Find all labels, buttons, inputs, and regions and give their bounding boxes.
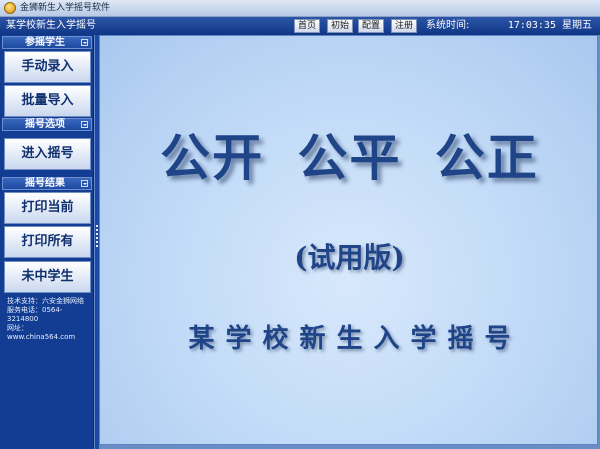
window-titlebar[interactable]: 金狮新生入学摇号软件	[0, 0, 600, 17]
bottom-border	[99, 445, 600, 449]
manual-entry-button[interactable]: 手动录入	[4, 51, 91, 83]
app-title: 某学校新生入学摇号	[6, 20, 96, 31]
section-header-results[interactable]: 摇号结果	[2, 177, 92, 190]
support-tech: 技术支持：六安金狮网络	[7, 297, 84, 305]
batch-import-button[interactable]: 批量导入	[4, 85, 91, 117]
support-phone: 服务电话：0564-3214800	[7, 306, 63, 323]
collapse-icon[interactable]	[81, 39, 88, 46]
enter-lottery-button[interactable]: 进入摇号	[4, 138, 91, 170]
clock: 17:03:35 星期五	[507, 20, 592, 31]
section-header-students[interactable]: 参摇学生	[2, 36, 92, 49]
splitter-grip-icon[interactable]	[96, 225, 98, 249]
window-title: 金狮新生入学摇号软件	[20, 3, 111, 13]
section-header-options[interactable]: 摇号选项	[2, 118, 92, 131]
print-all-button[interactable]: 打印所有	[4, 226, 91, 258]
main-subtitle: 某学校新生入学摇号	[188, 324, 522, 354]
nav-config-button[interactable]: 配置	[358, 19, 385, 33]
nav-register-button[interactable]: 注册	[391, 19, 418, 33]
main-panel: 公开 公平 公正 (试用版) 某学校新生入学摇号	[99, 35, 598, 445]
sidebar: 参摇学生 手动录入 批量导入 摇号选项 进入摇号 摇号结果 打印当前 打印所有 …	[0, 35, 94, 449]
nav-init-button[interactable]: 初始	[327, 19, 354, 33]
section-title: 摇号结果	[25, 178, 65, 189]
edition-label: (试用版)	[294, 241, 405, 274]
nav-home-button[interactable]: 首页	[294, 19, 321, 33]
not-selected-students-button[interactable]: 未中学生	[4, 261, 91, 293]
app-header: 某学校新生入学摇号 首页 初始 配置 注册 系统时间: 17:03:35 星期五	[0, 17, 600, 35]
support-info: 技术支持：六安金狮网络 服务电话：0564-3214800 网址：www.chi…	[7, 297, 93, 342]
collapse-icon[interactable]	[81, 121, 88, 128]
slogan: 公开 公平 公正	[160, 128, 539, 187]
app-logo-icon	[4, 2, 16, 14]
section-title: 参摇学生	[25, 37, 65, 48]
section-title: 摇号选项	[25, 119, 65, 130]
support-site: 网址：www.china564.com	[7, 324, 76, 341]
print-current-button[interactable]: 打印当前	[4, 192, 91, 224]
system-time-label: 系统时间:	[426, 20, 470, 31]
collapse-icon[interactable]	[81, 180, 88, 187]
